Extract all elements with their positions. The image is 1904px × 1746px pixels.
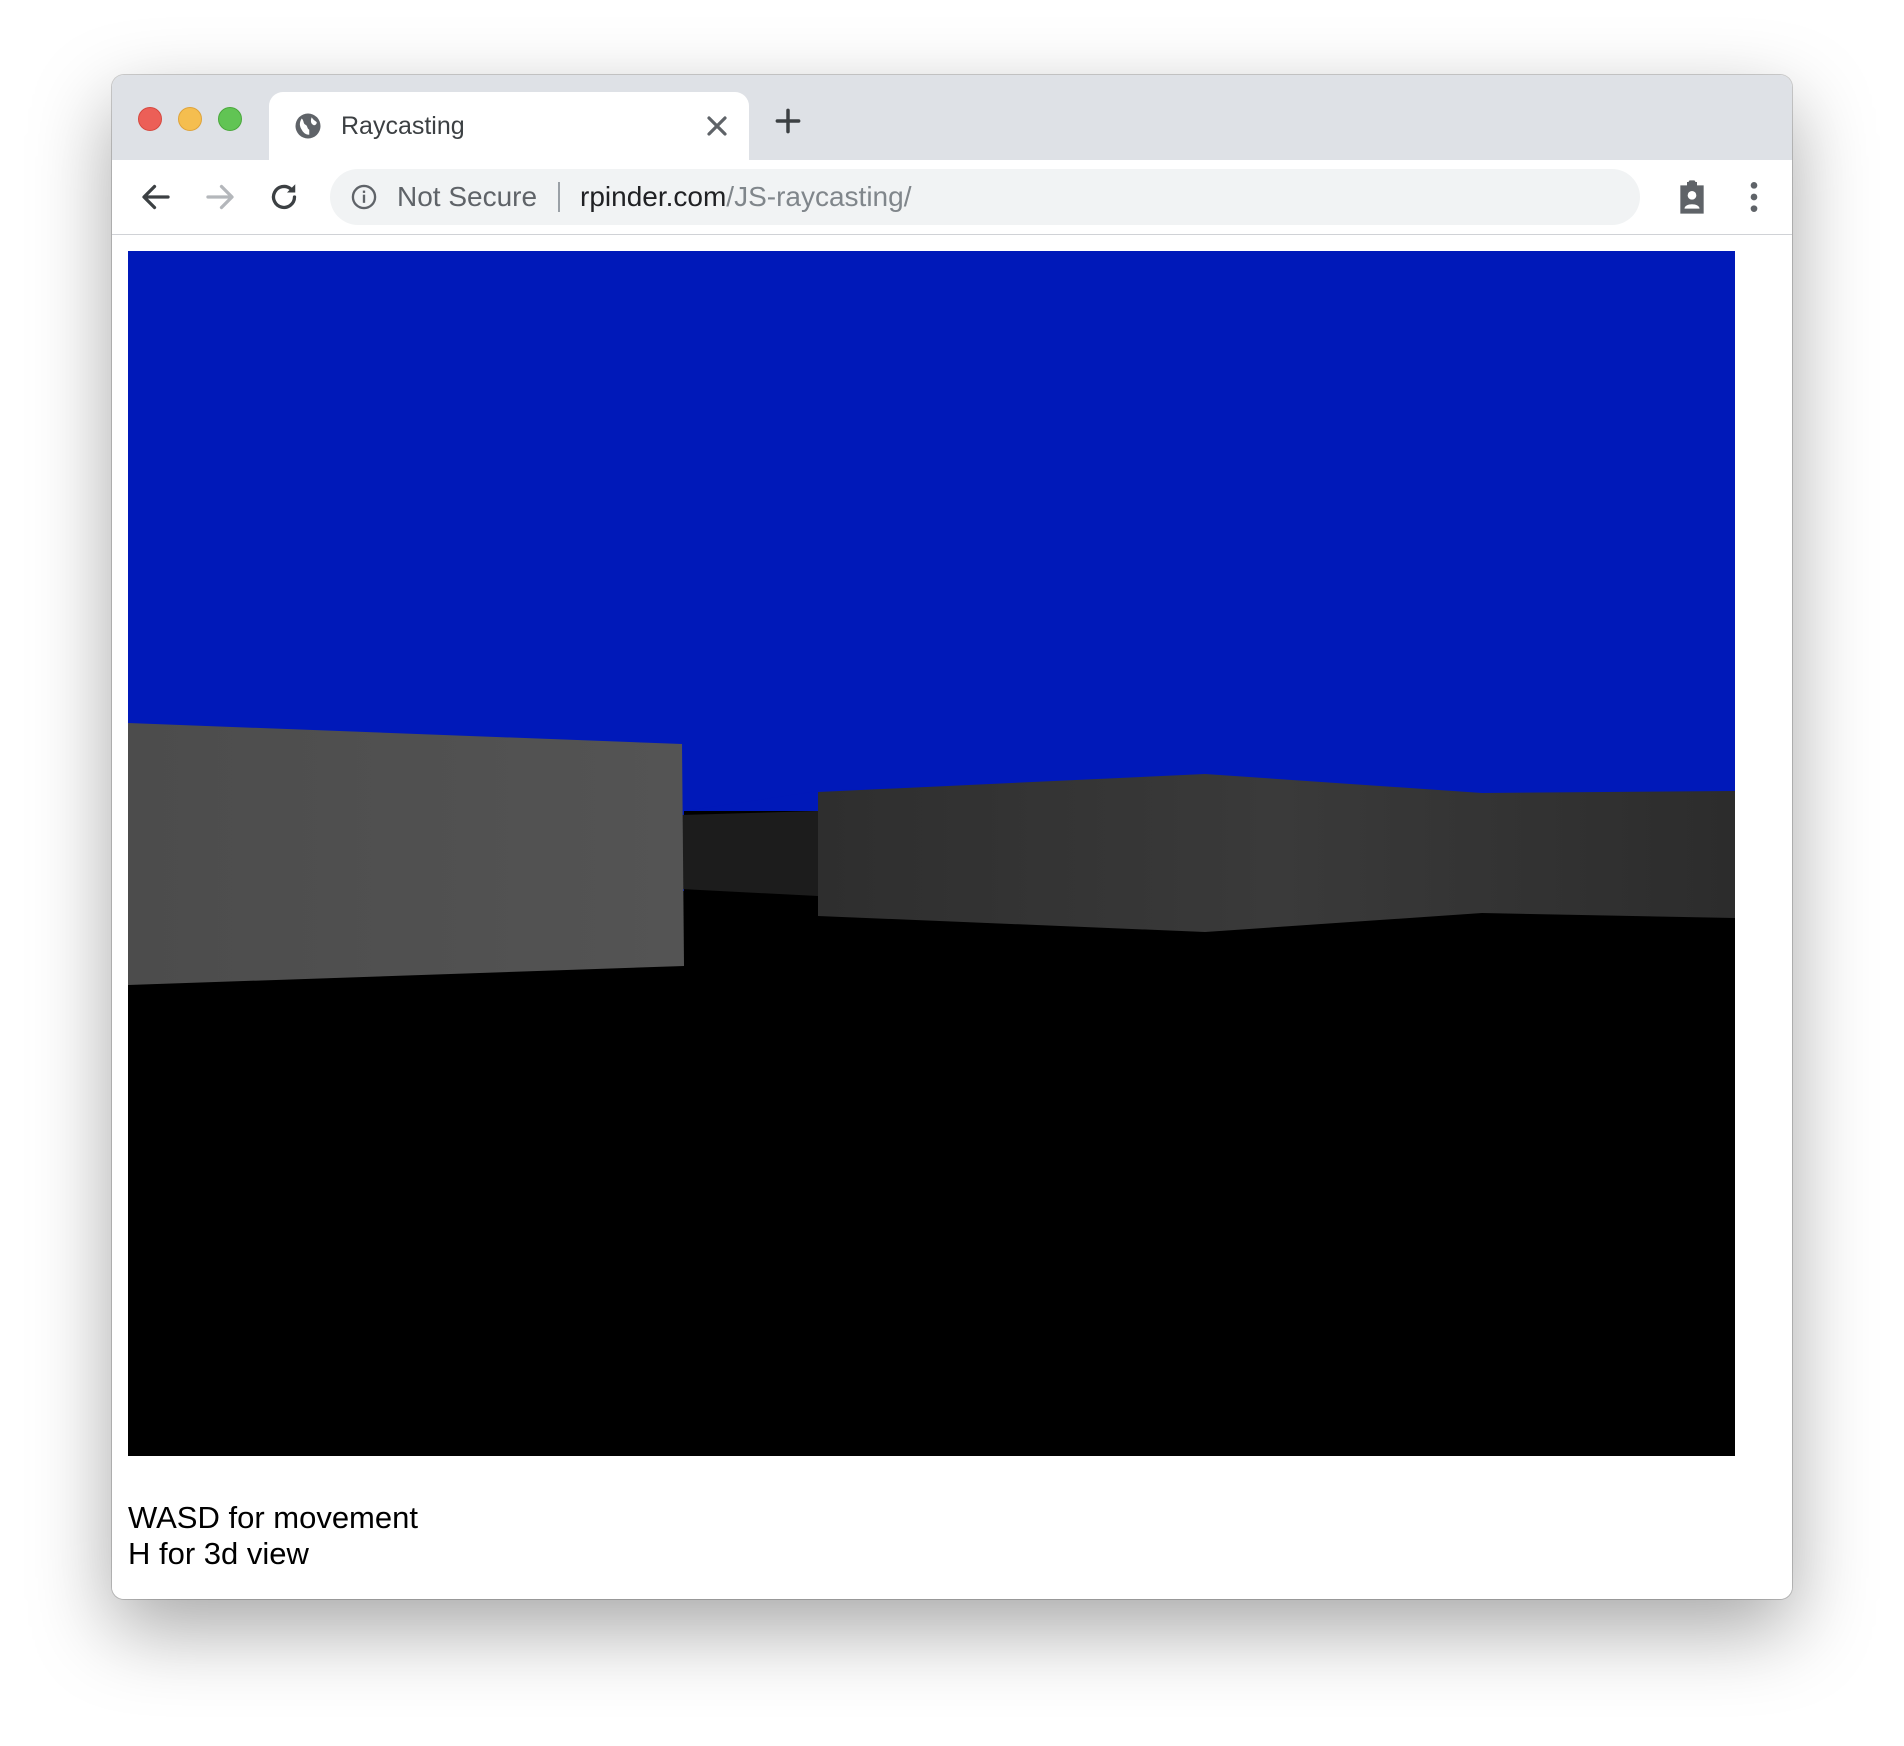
forward-arrow-icon[interactable] (202, 179, 238, 215)
globe-icon (295, 113, 321, 139)
back-arrow-icon[interactable] (138, 179, 174, 215)
window-minimize-button[interactable] (178, 107, 202, 131)
close-icon[interactable] (701, 110, 733, 142)
page-content: WASD for movement H for 3d view (112, 235, 1792, 1599)
tab-raycasting[interactable]: Raycasting (269, 92, 749, 160)
raycasting-canvas[interactable] (128, 251, 1735, 1456)
more-vert-icon[interactable] (1742, 177, 1766, 217)
url-path: /JS-raycasting/ (726, 181, 912, 212)
omnibox-divider (558, 182, 560, 212)
mid-wall (818, 774, 1735, 932)
info-icon[interactable] (350, 183, 378, 211)
reload-icon[interactable] (266, 179, 302, 215)
url-host: rpinder.com (580, 181, 727, 212)
window-zoom-button[interactable] (218, 107, 242, 131)
browser-toolbar: Not Secure rpinder.com/JS-raycasting/ (112, 160, 1792, 235)
tab-title: Raycasting (341, 112, 465, 140)
url-text[interactable]: rpinder.com/JS-raycasting/ (580, 181, 911, 213)
instruction-movement: WASD for movement (128, 1500, 418, 1535)
instructions: WASD for movement H for 3d view (128, 1500, 418, 1572)
near-wall (128, 723, 684, 985)
instruction-3d-view: H for 3d view (128, 1536, 309, 1571)
address-bar[interactable]: Not Secure rpinder.com/JS-raycasting/ (330, 169, 1640, 225)
security-label[interactable]: Not Secure (397, 181, 537, 213)
plus-icon[interactable] (772, 105, 804, 137)
tab-strip: Raycasting (112, 75, 1792, 160)
window-close-button[interactable] (138, 107, 162, 131)
browser-window: Raycasting Not Secure rpinder.com/JS-ray… (112, 75, 1792, 1599)
far-wall (681, 811, 818, 896)
clipboard-person-icon[interactable] (1672, 177, 1712, 217)
